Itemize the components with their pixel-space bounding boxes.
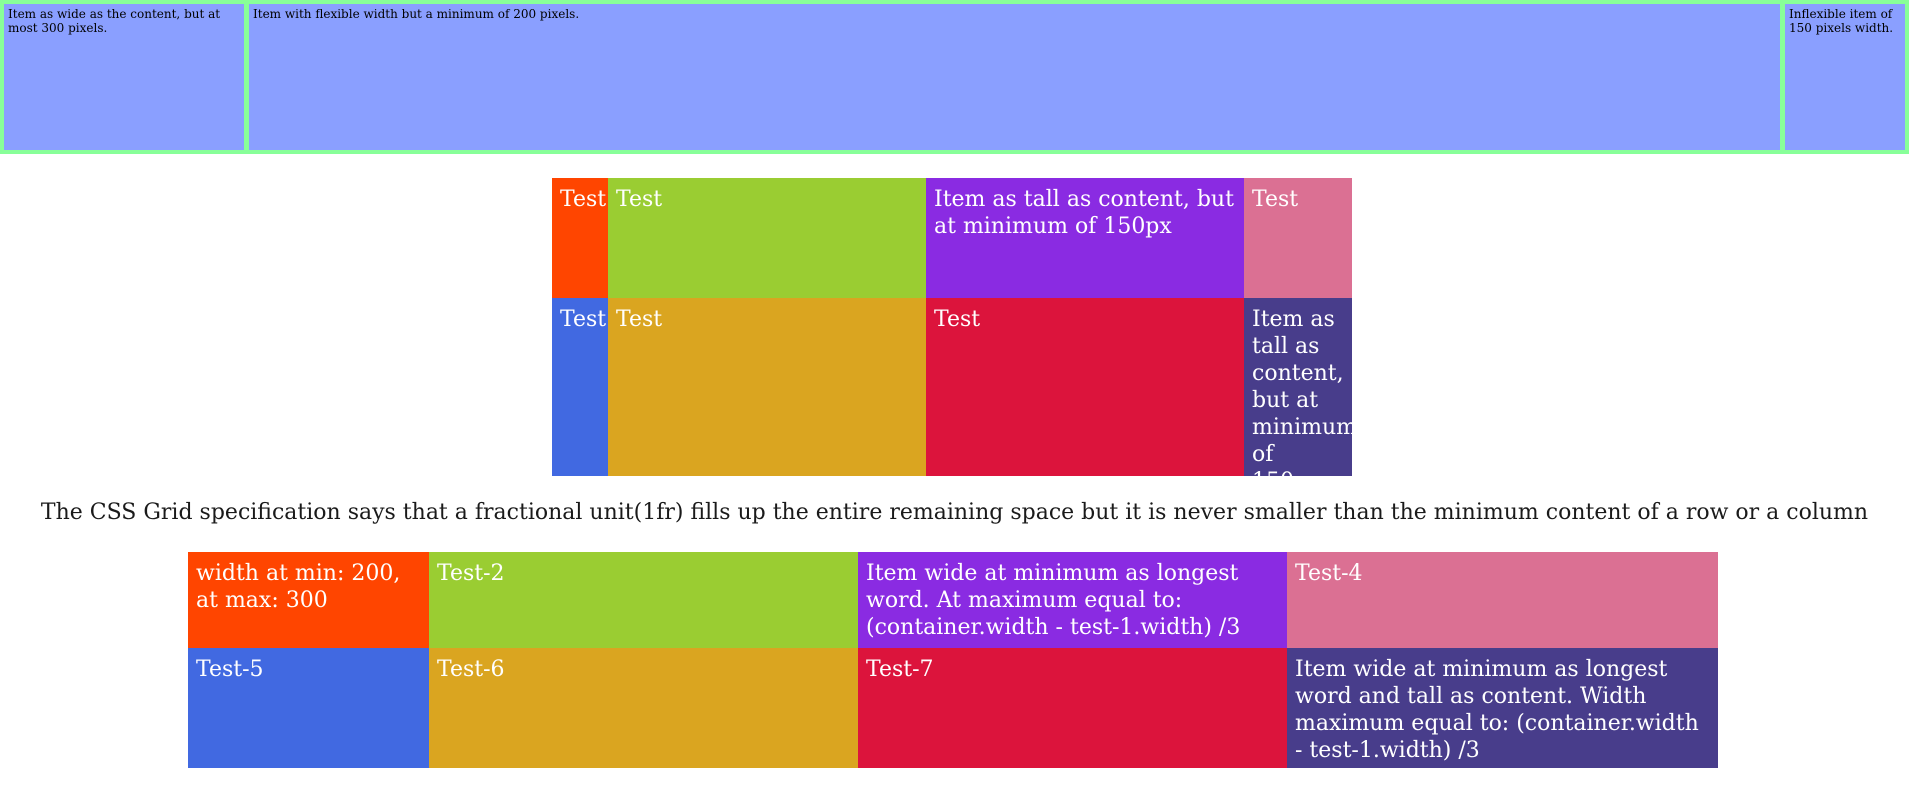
grid2-cell-6: Test-6 xyxy=(429,648,858,768)
grid2-cell-7: Test-7 xyxy=(858,648,1287,768)
flex-container: Item as wide as the content, but at most… xyxy=(0,0,1909,154)
grid-container-2: width at min: 200, at max: 300 Test-2 It… xyxy=(188,552,1718,768)
grid2-cell-3: Item wide at minimum as longest word. At… xyxy=(858,552,1287,648)
grid1-cell-8: Item as tall as content, but at minimum … xyxy=(1244,298,1352,476)
grid1-cell-6: Test xyxy=(608,298,926,476)
flex-item-max-300: Item as wide as the content, but at most… xyxy=(4,4,244,150)
grid2-cell-5: Test-5 xyxy=(188,648,429,768)
grid2-cell-2: Test-2 xyxy=(429,552,858,648)
grid1-cell-3: Item as tall as content, but at minimum … xyxy=(926,178,1244,298)
flex-item-inflexible: Inflexible item of 150 pixels width. xyxy=(1785,4,1905,150)
grid1-cell-2: Test xyxy=(608,178,926,298)
grid-container-1: Test Test Item as tall as content, but a… xyxy=(552,178,1352,476)
grid2-cell-1: width at min: 200, at max: 300 xyxy=(188,552,429,648)
flex-item-flexible: Item with flexible width but a minimum o… xyxy=(249,4,1780,150)
grid2-cell-8: Item wide at minimum as longest word and… xyxy=(1287,648,1718,768)
grid1-cell-4: Test xyxy=(1244,178,1352,298)
grid1-cell-7: Test xyxy=(926,298,1244,476)
grid2-cell-4: Test-4 xyxy=(1287,552,1718,648)
grid1-cell-1: Test xyxy=(552,178,608,298)
spec-description: The CSS Grid specification says that a f… xyxy=(40,500,1869,525)
grid1-cell-5: Test xyxy=(552,298,608,476)
